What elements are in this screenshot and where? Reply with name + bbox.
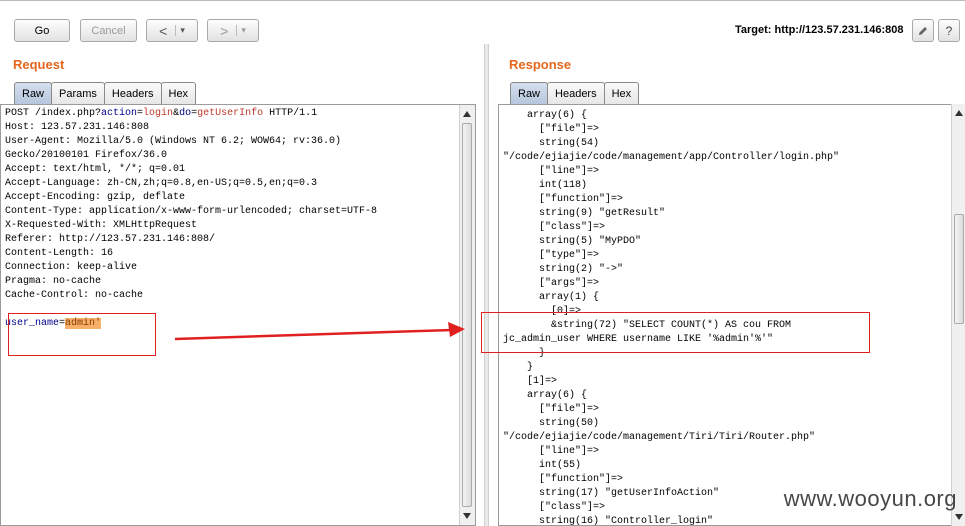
help-button[interactable]: ?	[938, 19, 960, 42]
response-scrollbar[interactable]	[951, 104, 965, 526]
code-line: int(55)	[503, 460, 582, 471]
tab-raw[interactable]: Raw	[510, 82, 549, 105]
annotation-arrow-icon	[174, 322, 465, 341]
request-scrollbar[interactable]	[459, 105, 475, 525]
code-line: Content-Length: 16	[5, 248, 114, 259]
code-line: string(54)	[503, 138, 600, 149]
code-line: ["type"]=>	[503, 250, 600, 261]
code-line: Host: 123.57.231.146:808	[5, 122, 150, 133]
top-toolbar: Go Cancel < ▾ > ▾ Target: http://123.57.…	[0, 0, 965, 47]
tab-headers[interactable]: Headers	[103, 82, 162, 105]
code-line: "/code/ejiajie/code/management/Tiri/Tiri…	[503, 432, 816, 443]
code-line: Gecko/20100101 Firefox/36.0	[5, 150, 168, 161]
tab-params[interactable]: Params	[51, 82, 105, 105]
back-arrow-icon: <	[159, 22, 168, 39]
code-line: [1]=>	[503, 376, 558, 387]
request-text: POST /index.php?action=login&do=getUserI…	[1, 105, 475, 331]
cancel-button[interactable]: Cancel	[80, 19, 137, 42]
request-title: Request	[13, 57, 65, 72]
response-title: Response	[509, 57, 572, 72]
go-button[interactable]: Go	[14, 19, 70, 42]
code-line: string(16) "Controller_login"	[503, 516, 714, 526]
code-line: string(50)	[503, 418, 600, 429]
code-line: array(6) {	[503, 390, 588, 401]
code-line: Referer: http://123.57.231.146:808/	[5, 234, 216, 245]
code-line: ["function"]=>	[503, 474, 624, 485]
code-line: ["class"]=>	[503, 222, 606, 233]
annotation-box-request	[8, 313, 156, 356]
scroll-up-icon[interactable]	[463, 111, 471, 117]
code-line: Content-Type: application/x-www-form-url…	[5, 206, 378, 217]
scroll-up-icon[interactable]	[955, 110, 963, 116]
code-line: ["args"]=>	[503, 278, 600, 289]
code-line: ["line"]=>	[503, 166, 600, 177]
forward-arrow-icon: >	[220, 22, 229, 39]
code-line: array(6) {	[503, 110, 588, 121]
code-line: string(9) "getResult"	[503, 208, 666, 219]
target-label: Target: http://123.57.231.146:808	[735, 24, 904, 36]
watermark: www.wooyun.org	[783, 486, 957, 511]
back-button[interactable]: < ▾	[146, 19, 198, 42]
code-line: int(118)	[503, 180, 588, 191]
chevron-down-icon[interactable]: ▾	[236, 25, 246, 36]
code-line: ["line"]=>	[503, 446, 600, 457]
code-line: "/code/ejiajie/code/management/app/Contr…	[503, 152, 840, 163]
code-line: string(2) "->"	[503, 264, 624, 275]
code-line: }	[503, 362, 534, 373]
tab-hex[interactable]: Hex	[160, 82, 197, 105]
code-line: Pragma: no-cache	[5, 276, 102, 287]
code-line: Connection: keep-alive	[5, 262, 138, 273]
scroll-thumb[interactable]	[462, 123, 472, 507]
response-tabs: Raw Headers Hex	[510, 82, 640, 105]
scroll-down-icon[interactable]	[955, 514, 963, 520]
code-line: ["file"]=>	[503, 124, 600, 135]
chevron-down-icon[interactable]: ▾	[175, 25, 185, 36]
annotation-box-response	[481, 312, 870, 353]
code-line: string(17) "getUserInfoAction"	[503, 488, 720, 499]
request-headers: Host: 123.57.231.146:808 User-Agent: Moz…	[5, 122, 377, 301]
forward-button[interactable]: > ▾	[207, 19, 259, 42]
split-divider[interactable]	[484, 44, 489, 526]
edit-target-button[interactable]	[912, 19, 934, 42]
code-line: ["file"]=>	[503, 404, 600, 415]
code-line: Accept-Language: zh-CN,zh;q=0.8,en-US;q=…	[5, 178, 318, 189]
tab-raw[interactable]: Raw	[14, 82, 53, 105]
code-line: ["class"]=>	[503, 502, 606, 513]
code-line: Cache-Control: no-cache	[5, 290, 144, 301]
code-line: User-Agent: Mozilla/5.0 (Windows NT 6.2;…	[5, 136, 342, 147]
code-line: string(5) "MyPDO"	[503, 236, 642, 247]
tab-hex[interactable]: Hex	[603, 82, 640, 105]
request-line: POST /index.php?action=login&do=getUserI…	[5, 108, 318, 119]
scroll-down-icon[interactable]	[463, 513, 471, 519]
scroll-thumb[interactable]	[954, 214, 964, 324]
request-tabs: Raw Params Headers Hex	[14, 82, 197, 105]
code-line: X-Requested-With: XMLHttpRequest	[5, 220, 198, 231]
code-line: Accept: text/html, */*; q=0.01	[5, 164, 186, 175]
code-line: array(1) {	[503, 292, 600, 303]
tab-headers[interactable]: Headers	[547, 82, 605, 105]
code-line: Accept-Encoding: gzip, deflate	[5, 192, 186, 203]
code-line: ["function"]=>	[503, 194, 624, 205]
pencil-icon	[919, 26, 927, 35]
